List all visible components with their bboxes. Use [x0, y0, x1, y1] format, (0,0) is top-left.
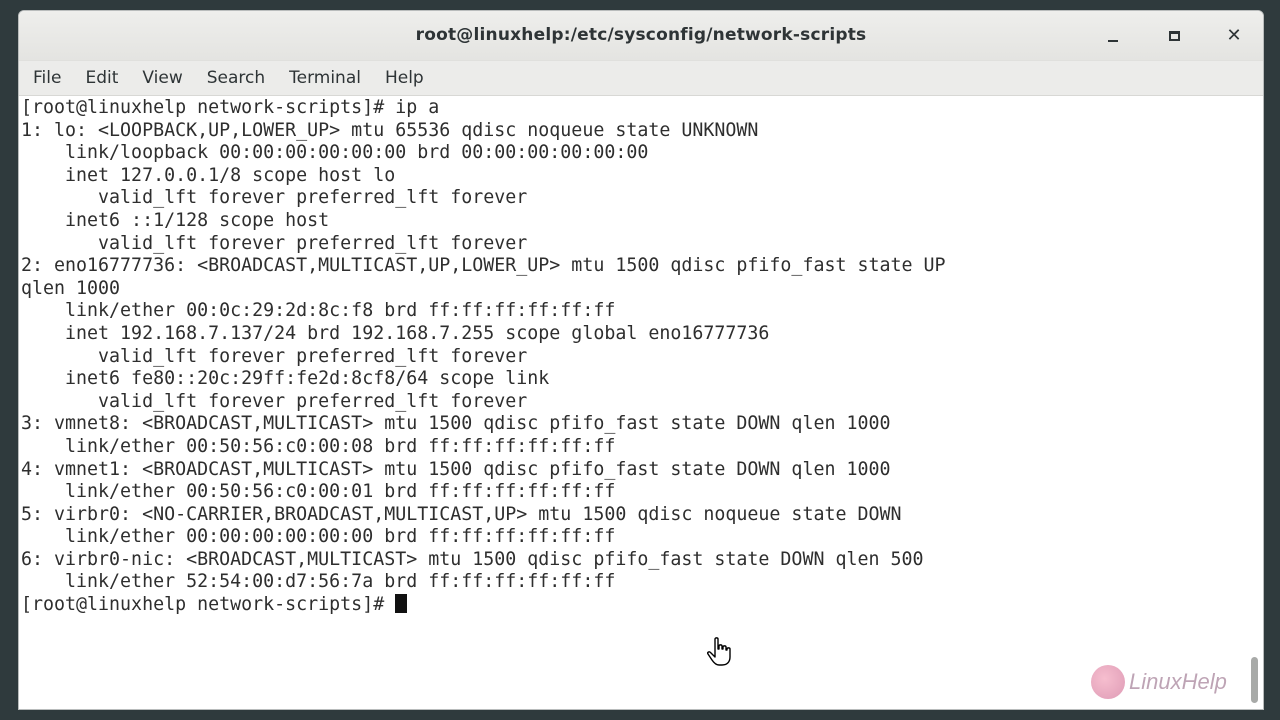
terminal-line: valid_lft forever preferred_lft forever [21, 187, 528, 209]
menu-terminal[interactable]: Terminal [279, 68, 371, 88]
terminal-line: valid_lft forever preferred_lft forever [21, 345, 528, 367]
maximize-button[interactable] [1160, 23, 1188, 49]
terminal-line: link/ether 00:50:56:c0:00:08 brd ff:ff:f… [21, 435, 616, 457]
menu-search[interactable]: Search [197, 68, 275, 88]
menu-bar: File Edit View Search Terminal Help [19, 61, 1263, 96]
terminal-line: 4: vmnet1: <BROADCAST,MULTICAST> mtu 150… [21, 458, 891, 480]
menu-view[interactable]: View [132, 68, 192, 88]
terminal-scrollbar[interactable] [1247, 97, 1263, 709]
close-button[interactable]: ✕ [1220, 23, 1248, 49]
menu-edit[interactable]: Edit [75, 68, 128, 88]
terminal-line: link/ether 00:0c:29:2d:8c:f8 brd ff:ff:f… [21, 300, 616, 322]
menu-help[interactable]: Help [375, 68, 434, 88]
terminal-line: 6: virbr0-nic: <BROADCAST,MULTICAST> mtu… [21, 548, 924, 570]
scrollbar-thumb[interactable] [1251, 657, 1258, 703]
terminal-line: inet6 fe80::20c:29ff:fe2d:8cf8/64 scope … [21, 368, 550, 390]
terminal-line: 3: vmnet8: <BROADCAST,MULTICAST> mtu 150… [21, 413, 891, 435]
text-cursor [395, 594, 408, 614]
terminal-line: 5: virbr0: <NO-CARRIER,BROADCAST,MULTICA… [21, 503, 902, 525]
terminal-output[interactable]: [root@linuxhelp network-scripts]# ip a 1… [19, 97, 1249, 709]
watermark-text: LinuxHelp [1129, 669, 1227, 694]
terminal-line: link/ether 52:54:00:d7:56:7a brd ff:ff:f… [21, 571, 616, 593]
menu-file[interactable]: File [23, 68, 71, 88]
close-icon: ✕ [1226, 25, 1242, 46]
title-bar[interactable]: root@linuxhelp:/etc/sysconfig/network-sc… [19, 11, 1263, 61]
terminal-window: root@linuxhelp:/etc/sysconfig/network-sc… [18, 10, 1264, 710]
terminal-line: link/loopback 00:00:00:00:00:00 brd 00:0… [21, 142, 649, 164]
hand-pointer-icon [707, 637, 733, 671]
terminal-line: valid_lft forever preferred_lft forever [21, 232, 528, 254]
terminal-line: valid_lft forever preferred_lft forever [21, 390, 528, 412]
desktop-edge [1264, 0, 1280, 720]
terminal-line: inet 127.0.0.1/8 scope host lo [21, 164, 396, 186]
window-title: root@linuxhelp:/etc/sysconfig/network-sc… [415, 25, 867, 45]
minimize-icon [1108, 40, 1118, 42]
desktop-edge-bottom [0, 710, 1280, 720]
maximize-icon [1168, 31, 1180, 41]
terminal-line: 2: eno16777736: <BROADCAST,MULTICAST,UP,… [21, 255, 946, 277]
watermark: LinuxHelp [1091, 665, 1227, 699]
minimize-button[interactable] [1099, 23, 1127, 49]
terminal-line: 1: lo: <LOOPBACK,UP,LOWER_UP> mtu 65536 … [21, 119, 759, 141]
terminal-line: link/ether 00:00:00:00:00:00 brd ff:ff:f… [21, 526, 616, 548]
terminal-line: inet6 ::1/128 scope host [21, 209, 330, 231]
terminal-line: qlen 1000 [21, 277, 121, 299]
terminal-line: [root@linuxhelp network-scripts]# ip a [21, 97, 440, 118]
shell-prompt: [root@linuxhelp network-scripts]# [21, 594, 396, 616]
prompt-line[interactable]: [root@linuxhelp network-scripts]# [21, 594, 1249, 617]
terminal-line: link/ether 00:50:56:c0:00:01 brd ff:ff:f… [21, 481, 616, 503]
linuxhelp-logo-icon [1091, 665, 1125, 699]
terminal-line: inet 192.168.7.137/24 brd 192.168.7.255 … [21, 322, 770, 344]
